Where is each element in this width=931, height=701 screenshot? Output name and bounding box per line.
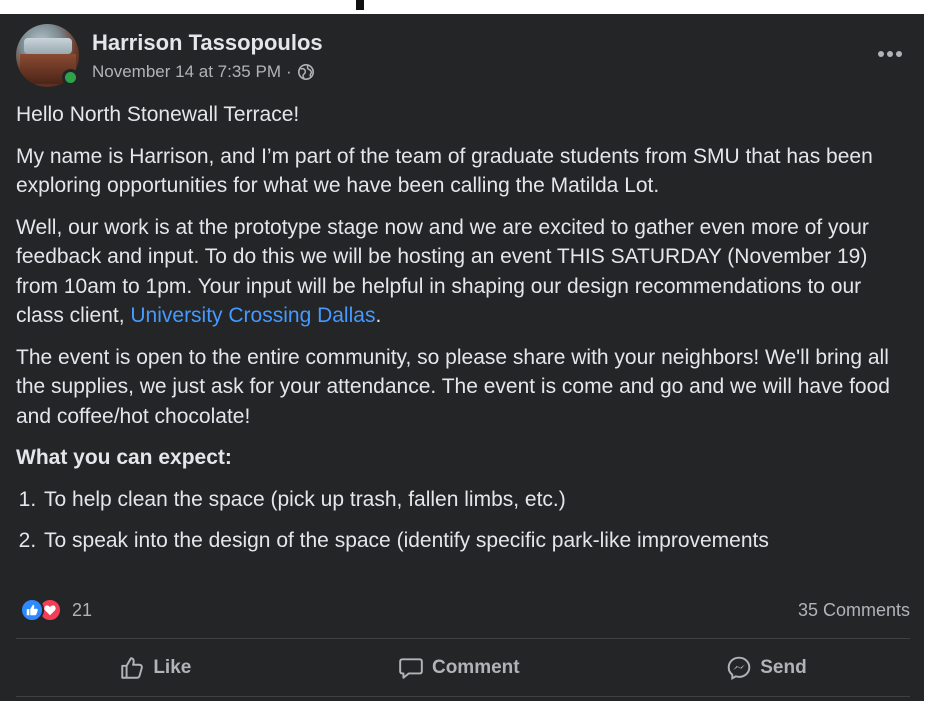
online-status-dot <box>62 69 79 86</box>
thumbs-up-icon <box>121 657 144 679</box>
more-dot <box>887 51 893 57</box>
bottom-divider <box>16 696 910 697</box>
post-meta: November 14 at 7:35 PM · <box>92 62 315 82</box>
like-reaction-icon <box>20 598 44 622</box>
expect-heading: What you can expect: <box>16 446 232 469</box>
event-text-end: . <box>375 304 382 327</box>
avatar-sky <box>24 38 72 54</box>
post-community: The event is open to the entire communit… <box>16 345 890 428</box>
send-button[interactable]: Send <box>702 649 830 687</box>
list-item: To help clean the space (pick up trash, … <box>42 485 911 515</box>
send-label: Send <box>760 657 807 678</box>
more-dot <box>878 51 884 57</box>
client-link[interactable]: University Crossing Dallas <box>130 304 375 327</box>
post-greeting: Hello North Stonewall Terrace! <box>16 103 300 126</box>
post-timestamp[interactable]: November 14 at 7:35 PM <box>92 62 281 82</box>
post-intro: My name is Harrison, and I’m part of the… <box>16 144 873 198</box>
messenger-icon <box>727 656 751 680</box>
stats-row: 21 35 Comments <box>20 592 910 628</box>
truncation-fade <box>0 574 924 594</box>
globe-icon[interactable] <box>297 63 315 81</box>
actions-row: Like Comment Send <box>16 644 910 692</box>
top-strip <box>0 0 931 14</box>
more-dot <box>896 51 902 57</box>
post-body: Hello North Stonewall Terrace! My name i… <box>16 100 911 568</box>
list-item: To speak into the design of the space (i… <box>42 526 911 556</box>
comment-label: Comment <box>431 657 520 678</box>
like-button[interactable]: Like <box>95 649 215 687</box>
post-card: Harrison Tassopoulos November 14 at 7:35… <box>0 14 924 701</box>
comment-button[interactable]: Comment <box>374 649 544 687</box>
reaction-count[interactable]: 21 <box>72 600 92 621</box>
comment-bubble-icon <box>399 658 423 679</box>
comments-count[interactable]: 35 Comments <box>798 600 910 621</box>
more-options-button[interactable] <box>872 40 908 68</box>
reactions-summary[interactable]: 21 <box>20 598 92 622</box>
top-notch <box>356 0 364 10</box>
post-header: Harrison Tassopoulos November 14 at 7:35… <box>16 24 910 88</box>
post-event-paragraph: Well, our work is at the prototype stage… <box>16 213 911 331</box>
expect-list: To help clean the space (pick up trash, … <box>16 485 911 556</box>
meta-separator: · <box>285 62 292 81</box>
divider <box>16 638 910 639</box>
like-label: Like <box>153 657 192 678</box>
author-name[interactable]: Harrison Tassopoulos <box>92 30 323 56</box>
